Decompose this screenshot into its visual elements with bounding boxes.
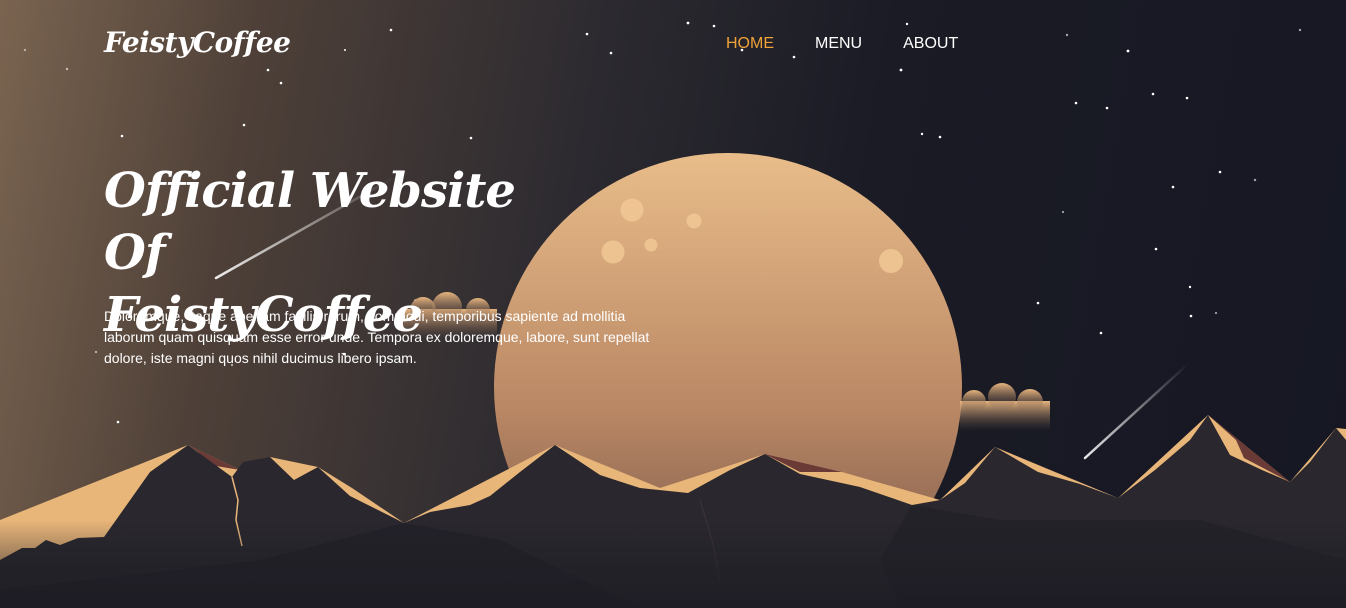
main-nav: HOME MENU ABOUT <box>726 35 999 53</box>
site-header: FeistyCoffee HOME MENU ABOUT <box>0 0 1346 88</box>
hero-title-line1: Official Website Of <box>104 163 516 281</box>
cloud-right <box>960 383 1050 431</box>
site-logo[interactable]: FeistyCoffee <box>104 26 291 59</box>
hero-description: Doloremque, itaque aperiam facilis rerum… <box>104 308 650 366</box>
nav-menu[interactable]: MENU <box>815 35 862 53</box>
nav-about[interactable]: ABOUT <box>903 35 958 53</box>
meteor-2 <box>1083 362 1190 460</box>
nav-home[interactable]: HOME <box>726 35 774 53</box>
